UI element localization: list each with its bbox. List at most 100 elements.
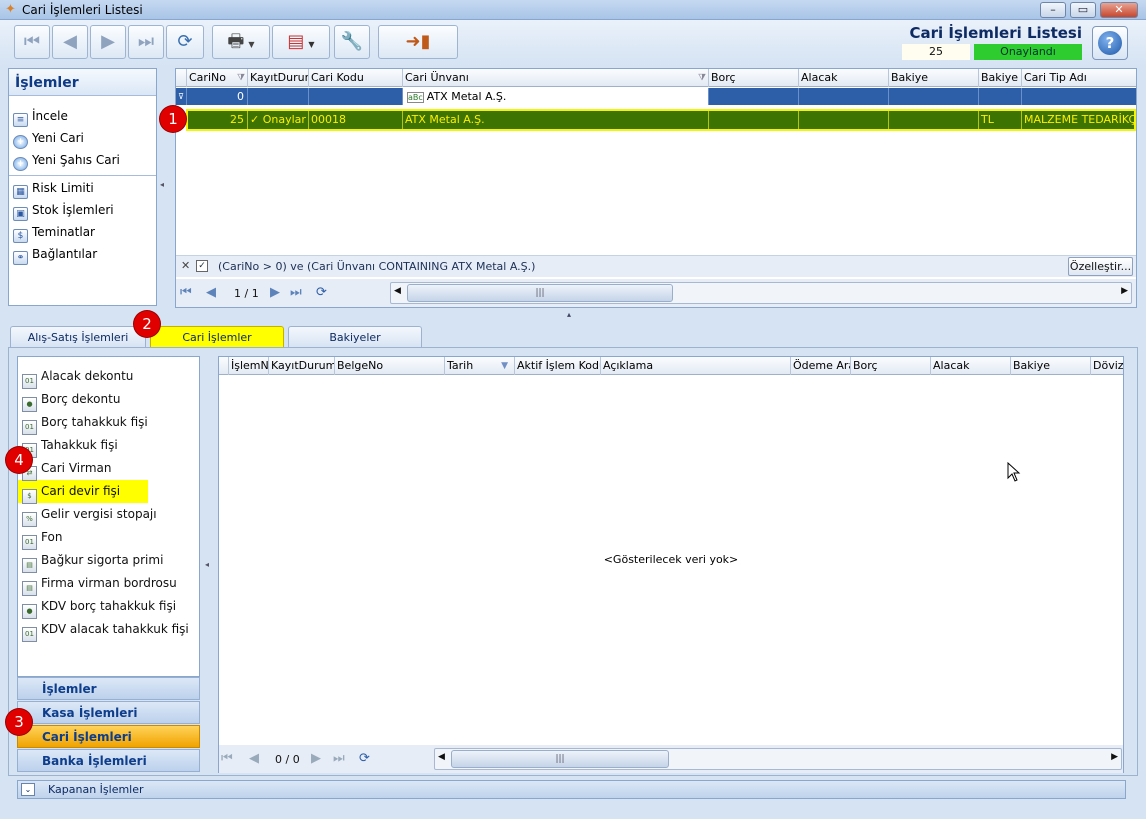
col-cari-tip-adi[interactable]: Cari Tip Adı	[1022, 69, 1136, 87]
doc-fon[interactable]: 01 Fon	[18, 526, 199, 550]
doc-kdv-alacak[interactable]: 01 KDV alacak tahakkuk fişi	[18, 618, 199, 642]
splitter[interactable]: ▴	[0, 310, 1146, 320]
print-button[interactable]: 🖶 ▼	[212, 25, 270, 59]
prev-page-icon[interactable]: ◀	[206, 285, 216, 300]
filter-cari-tip[interactable]	[1022, 88, 1136, 105]
customize-button[interactable]: Özelleştir...	[1068, 257, 1133, 276]
scroll-left-icon[interactable]: ◀	[438, 752, 445, 762]
splitter-arrow-icon[interactable]: ▴	[567, 310, 571, 319]
col-islemno[interactable]: İşlemNo	[229, 357, 269, 375]
doc-borc-tahakkuk[interactable]: 01 Borç tahakkuk fişi	[18, 411, 199, 435]
col-odeme-araci[interactable]: Ödeme Ara	[791, 357, 851, 375]
first-record-button[interactable]: ⏮	[14, 25, 50, 59]
last-page-icon[interactable]: ⏭	[333, 751, 345, 766]
maximize-button[interactable]: ▭	[1070, 2, 1096, 18]
last-record-button[interactable]: ⏭	[128, 25, 164, 59]
filter-bakiye-d[interactable]	[979, 88, 1022, 105]
cari-grid: CariNo⧩ KayıtDurumu Cari Kodu Cari Ünvan…	[175, 68, 1137, 308]
first-page-icon[interactable]: ⏮	[180, 285, 192, 300]
horizontal-scrollbar[interactable]: ◀ ||| ▶	[434, 748, 1122, 770]
sort-desc-icon[interactable]: ▼	[501, 357, 508, 375]
doc-gelir-vergisi[interactable]: % Gelir vergisi stopajı	[18, 503, 199, 527]
islem-baglantilar[interactable]: ⚭ Bağlantılar	[9, 243, 156, 265]
filter-carino[interactable]: 0	[187, 88, 248, 105]
doc-firma-virman[interactable]: ▤ Firma virman bordrosu	[18, 572, 199, 596]
scroll-right-icon[interactable]: ▶	[1121, 286, 1128, 296]
close-button[interactable]: ✕	[1100, 2, 1138, 18]
tab-bakiyeler[interactable]: Bakiyeler	[288, 326, 422, 348]
col-borc[interactable]: Borç	[709, 69, 799, 87]
scroll-thumb[interactable]: |||	[407, 284, 673, 302]
minimize-button[interactable]: –	[1040, 2, 1066, 18]
tab-alis-satis[interactable]: Alış-Satış İşlemleri	[10, 326, 146, 348]
islem-teminatlar[interactable]: $ Teminatlar	[9, 221, 156, 243]
horizontal-scrollbar[interactable]: ◀ ||| ▶	[390, 282, 1132, 304]
col-alacak[interactable]: Alacak	[799, 69, 889, 87]
doc-borc-dekontu[interactable]: ● Borç dekontu	[18, 388, 199, 412]
exit-button[interactable]: ➜▮	[378, 25, 458, 59]
islem-stok-islemleri[interactable]: ▣ Stok İşlemleri	[9, 199, 156, 221]
kapanan-islemler-bar[interactable]: ⌄ Kapanan İşlemler	[17, 780, 1126, 799]
prev-record-button[interactable]: ◀	[52, 25, 88, 59]
filter-borc[interactable]	[709, 88, 799, 105]
prev-page-icon[interactable]: ◀	[249, 751, 259, 766]
first-page-icon[interactable]: ⏮	[221, 751, 233, 766]
col-bakiye[interactable]: Bakiye	[1011, 357, 1091, 375]
filter-cari-kodu[interactable]	[309, 88, 403, 105]
filter-icon[interactable]: ⧩	[698, 69, 706, 87]
scroll-left-icon[interactable]: ◀	[394, 286, 401, 296]
last-page-icon[interactable]: ⏭	[290, 285, 302, 300]
scroll-thumb[interactable]: |||	[451, 750, 669, 768]
col-carino[interactable]: CariNo ⧩	[187, 69, 248, 87]
group-banka-islemleri[interactable]: Banka İşlemleri	[17, 749, 200, 772]
filter-kayitdurumu[interactable]	[248, 88, 309, 105]
table-row[interactable]: 25 ✓ Onaylar 00018 ATX Metal A.Ş. TL MAL…	[186, 109, 1136, 131]
next-record-button[interactable]: ▶	[90, 25, 126, 59]
collapse-arrow-icon[interactable]: ◂	[205, 560, 209, 569]
col-cari-unvani[interactable]: Cari Ünvanı ⧩	[403, 69, 709, 87]
refresh-button[interactable]: ⟳	[166, 25, 204, 59]
col-doviz[interactable]: Döviz	[1091, 357, 1123, 375]
doc-tahakkuk-fisi[interactable]: 01 Tahakkuk fişi	[18, 434, 199, 458]
scroll-right-icon[interactable]: ▶	[1111, 752, 1118, 762]
col-cari-kodu[interactable]: Cari Kodu	[309, 69, 403, 87]
tab-cari-islemler[interactable]: Cari İşlemler	[150, 326, 284, 349]
doc-alacak-dekontu[interactable]: 01 Alacak dekontu	[18, 365, 199, 389]
col-aciklama[interactable]: Açıklama	[601, 357, 791, 375]
col-tarih[interactable]: Tarih ▼	[445, 357, 515, 375]
islem-yeni-cari[interactable]: + Yeni Cari	[9, 127, 156, 149]
group-islemler[interactable]: İşlemler	[17, 677, 200, 700]
col-bakiye[interactable]: Bakiye	[889, 69, 979, 87]
col-borc[interactable]: Borç	[851, 357, 931, 375]
next-page-icon[interactable]: ▶	[270, 285, 280, 300]
pdf-export-button[interactable]: ▤ ▼	[272, 25, 330, 59]
help-button[interactable]: ?	[1092, 26, 1128, 60]
islem-yeni-sahis-cari[interactable]: + Yeni Şahıs Cari	[9, 149, 156, 171]
filter-alacak[interactable]	[799, 88, 889, 105]
col-aktif-islem-kodu[interactable]: Aktif İşlem Kodu	[515, 357, 601, 375]
filter-bakiye[interactable]	[889, 88, 979, 105]
group-kasa-islemleri[interactable]: Kasa İşlemleri	[17, 701, 200, 724]
next-page-icon[interactable]: ▶	[311, 751, 321, 766]
chevron-down-icon[interactable]: ⌄	[21, 783, 35, 796]
doc-kdv-borc[interactable]: ● KDV borç tahakkuk fişi	[18, 595, 199, 619]
refresh-icon[interactable]: ⟳	[316, 285, 327, 300]
group-cari-islemleri[interactable]: Cari İşlemleri	[17, 725, 200, 748]
islem-risk-limiti[interactable]: ▦ Risk Limiti	[9, 177, 156, 199]
filter-icon[interactable]: ⧩	[237, 69, 245, 87]
doc-bagkur[interactable]: ▤ Bağkur sigorta primi	[18, 549, 199, 573]
clear-filter-icon[interactable]: ✕	[181, 259, 190, 272]
col-belgeno[interactable]: BelgeNo	[335, 357, 445, 375]
tools-button[interactable]: 🔧	[334, 25, 370, 59]
filter-cari-unvani[interactable]: aBc ATX Metal A.Ş.	[403, 88, 709, 105]
col-alacak[interactable]: Alacak	[931, 357, 1011, 375]
islem-incele[interactable]: ≡ İncele	[9, 105, 156, 127]
col-bakiye-d[interactable]: Bakiye D	[979, 69, 1022, 87]
collapse-arrow-icon[interactable]: ◂	[160, 180, 164, 189]
filter-checkbox[interactable]: ✓	[196, 260, 208, 272]
col-kayitdurumu[interactable]: KayıtDurumu	[248, 69, 309, 87]
col-kayitdurumu[interactable]: KayıtDurumu	[269, 357, 335, 375]
doc-cari-devir-fisi[interactable]: $ Cari devir fişi	[18, 480, 148, 504]
doc-cari-virman[interactable]: ⇄ Cari Virman	[18, 457, 199, 481]
refresh-icon[interactable]: ⟳	[359, 751, 370, 766]
